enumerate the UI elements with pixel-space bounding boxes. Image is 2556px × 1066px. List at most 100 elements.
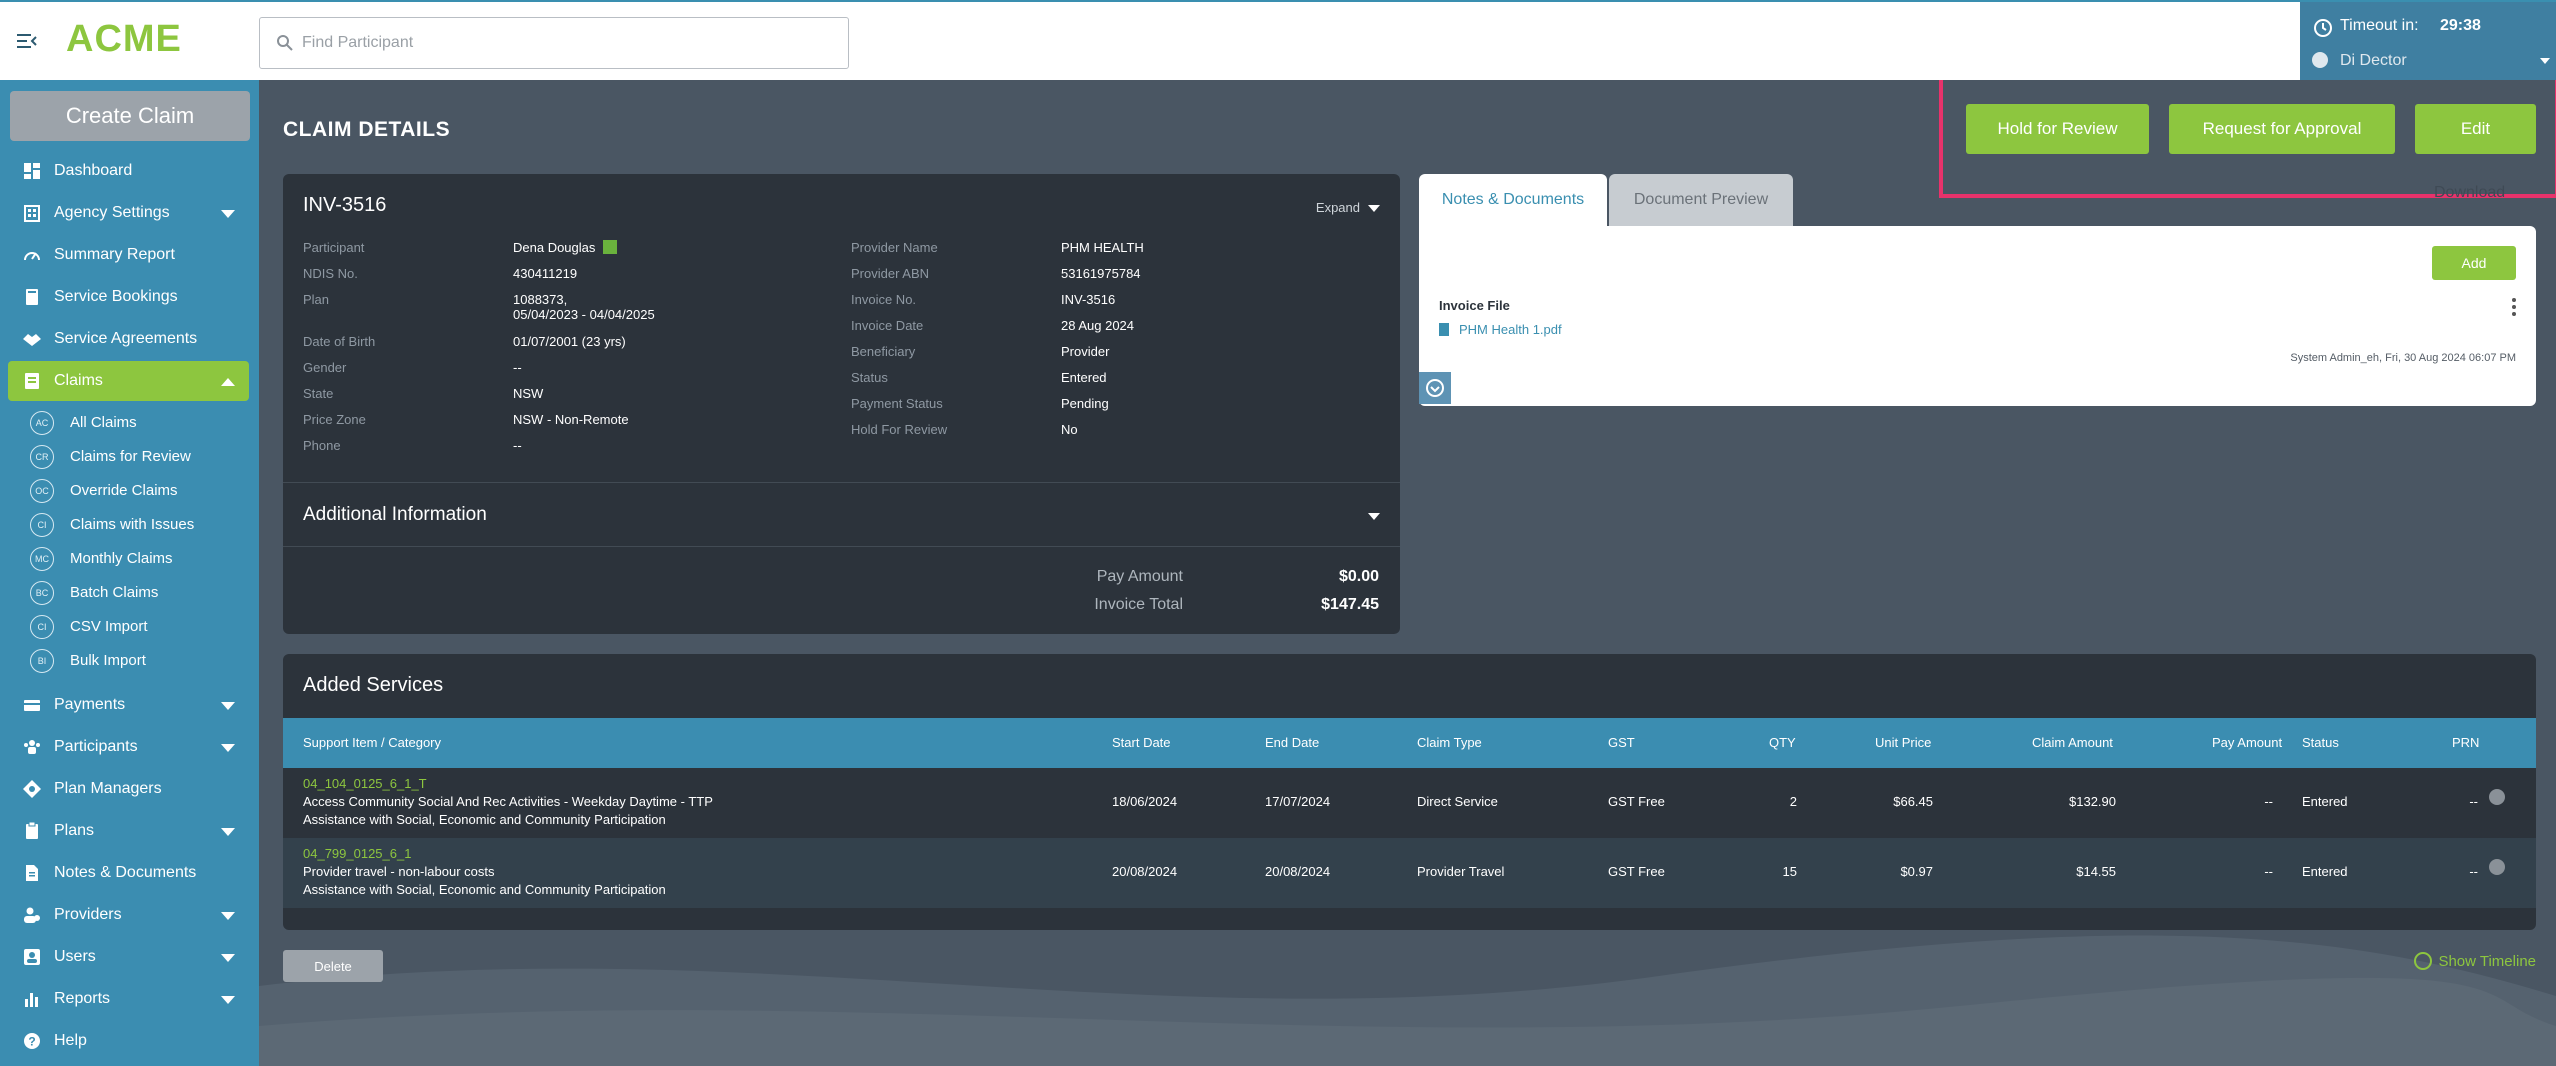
column-header[interactable]: Claim Amount: [2032, 735, 2113, 750]
claim-type: Direct Service: [1417, 794, 1498, 809]
divider: [283, 546, 1400, 547]
chevron-down-icon: [221, 996, 235, 1004]
column-header[interactable]: Start Date: [1112, 735, 1171, 750]
qty: 2: [1789, 794, 1797, 809]
sidebar-subitem-override-claims[interactable]: OC Override Claims: [30, 476, 250, 506]
sidebar-item-users[interactable]: Users: [8, 937, 249, 977]
sidebar-item-dashboard[interactable]: Dashboard: [8, 151, 249, 191]
claim-summary-card: INV-3516 Expand Participant Dena Douglas…: [283, 174, 1400, 634]
chevron-down-icon[interactable]: [1368, 513, 1380, 520]
sidebar-item-service-agreements[interactable]: Service Agreements: [8, 319, 249, 359]
flag-icon[interactable]: [603, 240, 618, 254]
column-header[interactable]: Unit Price: [1875, 735, 1931, 750]
building-icon: [24, 205, 40, 222]
sidebar-item-plan-managers[interactable]: Plan Managers: [8, 769, 249, 809]
start-date: 18/06/2024: [1112, 794, 1178, 809]
app-logo[interactable]: ACME: [66, 18, 182, 61]
invoice-id: INV-3516: [303, 194, 387, 216]
delete-button[interactable]: Delete: [283, 950, 383, 982]
sidebar-item-plans[interactable]: Plans: [8, 811, 249, 851]
chevron-down-icon: [221, 702, 235, 710]
invoice-total-value: $147.45: [1321, 596, 1379, 613]
sidebar-item-reports[interactable]: Reports: [8, 979, 249, 1019]
payments-icon: [24, 700, 40, 711]
sidebar-subitem-monthly-claims[interactable]: MC Monthly Claims: [30, 544, 250, 574]
collapse-toggle-icon[interactable]: [1419, 372, 1451, 404]
table-row[interactable]: 04_104_0125_6_1_T Access Community Socia…: [283, 768, 2536, 838]
support-item-code[interactable]: 04_104_0125_6_1_T: [303, 776, 427, 791]
provider-abn-field: Provider ABN 53161975784: [851, 266, 1141, 281]
column-header[interactable]: Support Item / Category: [303, 735, 441, 750]
sidebar-item-providers[interactable]: Providers: [8, 895, 249, 935]
invoice-no-field: Invoice No. INV-3516: [851, 292, 1116, 307]
chevron-down-icon: [221, 210, 235, 218]
tab-notes-documents[interactable]: Notes & Documents: [1419, 174, 1607, 226]
participant-name[interactable]: Dena Douglas: [513, 240, 595, 255]
ndis-field: NDIS No. 430411219: [303, 266, 578, 281]
participant-field: Participant Dena Douglas: [303, 240, 618, 255]
support-item-category: Assistance with Social, Economic and Com…: [303, 812, 666, 827]
chevron-down-icon[interactable]: [1368, 205, 1380, 212]
user-icon: [24, 949, 40, 965]
edit-button[interactable]: Edit: [2415, 104, 2536, 154]
tab-document-preview[interactable]: Document Preview: [1609, 174, 1793, 226]
add-note-button[interactable]: Add: [2432, 246, 2516, 280]
sidebar-item-agency-settings[interactable]: Agency Settings: [8, 193, 249, 233]
sidebar-subitem-all-claims[interactable]: AC All Claims: [30, 408, 250, 438]
sidebar-subitem-csv-import[interactable]: CI CSV Import: [30, 612, 250, 642]
download-link[interactable]: Download: [2434, 184, 2505, 202]
notes-panel: Add Invoice File PHM Health 1.pdf System…: [1419, 226, 2536, 406]
expand-toggle[interactable]: Expand: [1316, 200, 1360, 215]
gender-field: Gender --: [303, 360, 522, 375]
hold-for-review-button[interactable]: Hold for Review: [1966, 104, 2149, 154]
dob-field: Date of Birth 01/07/2001 (23 yrs): [303, 334, 626, 349]
create-claim-button[interactable]: Create Claim: [10, 91, 250, 141]
sidebar-item-claims[interactable]: Claims: [8, 361, 249, 401]
sidebar-subitem-bulk-import[interactable]: BI Bulk Import: [30, 646, 250, 676]
handshake-icon: [23, 334, 41, 346]
pay-amount-label: Pay Amount: [1096, 568, 1183, 585]
column-header[interactable]: QTY: [1769, 735, 1796, 750]
request-for-approval-button[interactable]: Request for Approval: [2169, 104, 2395, 154]
price-zone-field: Price Zone NSW - Non-Remote: [303, 412, 629, 427]
column-header[interactable]: Status: [2302, 735, 2339, 750]
support-item-desc: Access Community Social And Rec Activiti…: [303, 794, 713, 809]
row-radio[interactable]: [2489, 859, 2505, 875]
show-timeline-link[interactable]: Show Timeline: [2414, 952, 2536, 970]
sidebar-item-summary-report[interactable]: Summary Report: [8, 235, 249, 275]
help-icon: ?: [24, 1033, 40, 1049]
row-radio[interactable]: [2489, 789, 2505, 805]
history-icon: [2414, 952, 2433, 970]
chevron-down-icon[interactable]: [2540, 58, 2550, 64]
menu-collapse-icon[interactable]: [16, 30, 38, 52]
payment-status-field: Payment Status Pending: [851, 396, 1109, 411]
book-icon: [26, 289, 38, 305]
main-content: CLAIM DETAILS Hold for Review Request fo…: [259, 80, 2556, 1066]
additional-info-toggle[interactable]: Additional Information: [303, 504, 487, 526]
sidebar-subitem-claims-for-review[interactable]: CR Claims for Review: [30, 442, 250, 472]
document-icon: [26, 865, 38, 881]
sidebar-subitem-batch-claims[interactable]: BC Batch Claims: [30, 578, 250, 608]
more-options-icon[interactable]: [2512, 298, 2516, 318]
search-box[interactable]: [259, 17, 849, 69]
column-header[interactable]: Claim Type: [1417, 735, 1482, 750]
state-field: State NSW: [303, 386, 544, 401]
sidebar-item-notes-documents[interactable]: Notes & Documents: [8, 853, 249, 893]
sidebar-item-service-bookings[interactable]: Service Bookings: [8, 277, 249, 317]
column-header[interactable]: Pay Amount: [2212, 735, 2282, 750]
file-link[interactable]: PHM Health 1.pdf: [1439, 322, 1562, 337]
sidebar-item-participants[interactable]: Participants: [8, 727, 249, 767]
session-panel: Timeout in: 29:38 Di Dector: [2300, 2, 2556, 82]
start-date: 20/08/2024: [1112, 864, 1178, 879]
column-header[interactable]: GST: [1608, 735, 1635, 750]
sidebar-item-payments[interactable]: Payments: [8, 685, 249, 725]
search-input[interactable]: [302, 28, 822, 58]
column-header[interactable]: PRN: [2452, 735, 2479, 750]
column-header[interactable]: End Date: [1265, 735, 1319, 750]
plan-field: Plan 1088373, 05/04/2023 - 04/04/2025: [303, 292, 655, 322]
user-menu[interactable]: Di Dector: [2340, 52, 2407, 70]
table-row[interactable]: 04_799_0125_6_1 Provider travel - non-la…: [283, 838, 2536, 908]
sidebar-item-help[interactable]: ? Help: [8, 1021, 249, 1061]
support-item-code[interactable]: 04_799_0125_6_1: [303, 846, 411, 861]
sidebar-subitem-claims-with-issues[interactable]: CI Claims with Issues: [30, 510, 250, 540]
